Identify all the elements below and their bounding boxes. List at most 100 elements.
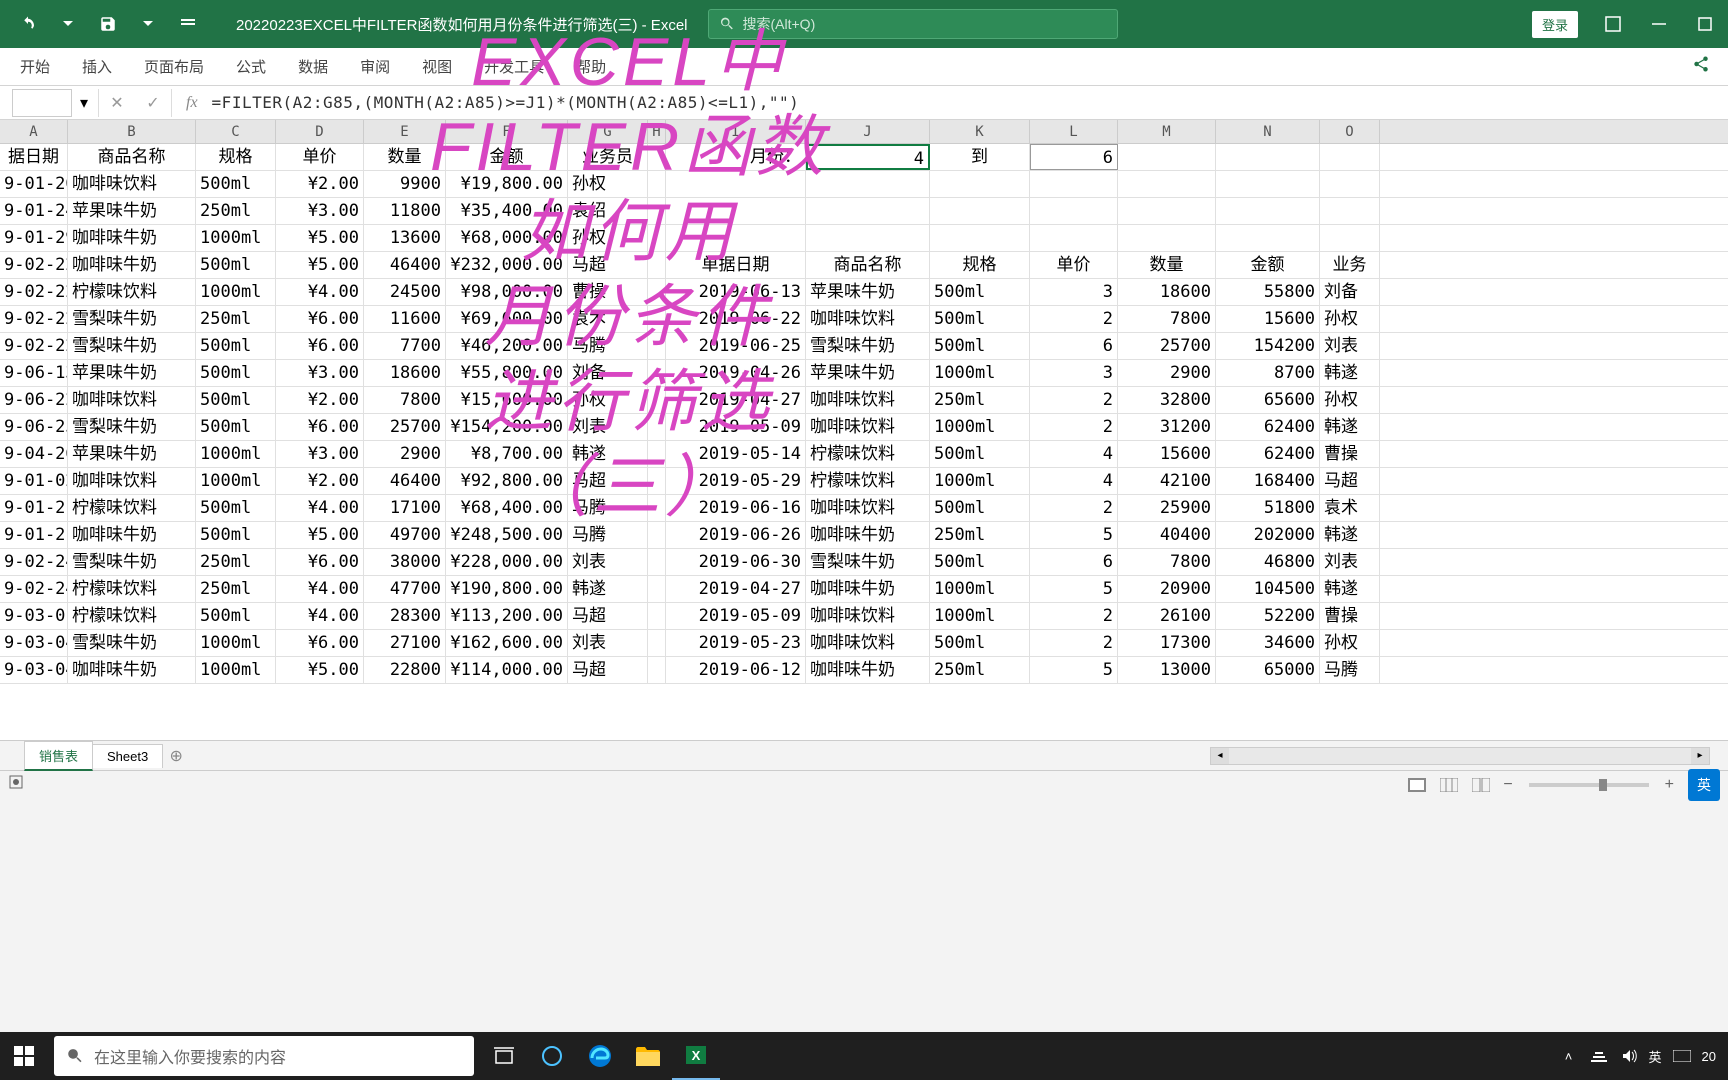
cell[interactable] bbox=[1320, 198, 1380, 224]
cell[interactable]: 9-01-21 bbox=[0, 495, 68, 521]
cell[interactable]: 咖啡味饮料 bbox=[68, 171, 196, 197]
cell[interactable]: 46400 bbox=[364, 252, 446, 278]
cell[interactable]: 250ml bbox=[930, 522, 1030, 548]
tab-formula[interactable]: 公式 bbox=[234, 48, 268, 85]
cell[interactable]: 业务员 bbox=[568, 144, 648, 170]
cell[interactable] bbox=[806, 198, 930, 224]
fx-icon[interactable]: fx bbox=[186, 94, 198, 112]
cell[interactable]: 5 bbox=[1030, 576, 1118, 602]
zoom-in-icon[interactable]: + bbox=[1661, 776, 1678, 794]
cell[interactable]: 刘表 bbox=[568, 414, 648, 440]
cell[interactable]: 曹操 bbox=[1320, 441, 1380, 467]
cell[interactable]: 1000ml bbox=[196, 279, 276, 305]
cell[interactable]: 咖啡味牛奶 bbox=[806, 576, 930, 602]
record-macro-icon[interactable] bbox=[8, 774, 24, 795]
cell[interactable]: ¥6.00 bbox=[276, 630, 364, 656]
login-button[interactable]: 登录 bbox=[1532, 11, 1578, 38]
cell[interactable]: 月份： bbox=[666, 144, 806, 170]
minimize-icon[interactable] bbox=[1636, 0, 1682, 48]
cell[interactable]: 25700 bbox=[1118, 333, 1216, 359]
cell[interactable]: ¥46,200.00 bbox=[446, 333, 568, 359]
cell[interactable]: 9-02-24 bbox=[0, 576, 68, 602]
cell[interactable]: 雪梨味牛奶 bbox=[806, 549, 930, 575]
undo-dropdown-icon[interactable] bbox=[52, 8, 84, 40]
cell[interactable]: 500ml bbox=[196, 171, 276, 197]
cell[interactable]: 咖啡味饮料 bbox=[806, 306, 930, 332]
cell[interactable]: 1000ml bbox=[196, 441, 276, 467]
cell[interactable]: 9-06-25 bbox=[0, 414, 68, 440]
cell[interactable]: 2019-04-26 bbox=[666, 360, 806, 386]
cell[interactable]: 雪梨味牛奶 bbox=[68, 414, 196, 440]
cell[interactable] bbox=[648, 630, 666, 656]
cell[interactable]: 孙权 bbox=[1320, 306, 1380, 332]
cell[interactable]: 46800 bbox=[1216, 549, 1320, 575]
cell[interactable]: 袁术 bbox=[568, 306, 648, 332]
cell[interactable]: 500ml bbox=[196, 360, 276, 386]
cell[interactable]: 2 bbox=[1030, 603, 1118, 629]
cell[interactable]: 2019-05-09 bbox=[666, 603, 806, 629]
cell[interactable]: 2019-06-30 bbox=[666, 549, 806, 575]
cell[interactable]: 65000 bbox=[1216, 657, 1320, 683]
cell[interactable]: ¥15,600.00 bbox=[446, 387, 568, 413]
cell[interactable]: 规格 bbox=[930, 252, 1030, 278]
cell[interactable]: 4 bbox=[1030, 468, 1118, 494]
col-header[interactable]: M bbox=[1118, 120, 1216, 143]
cell[interactable]: 咖啡味饮料 bbox=[806, 387, 930, 413]
cell[interactable] bbox=[1030, 198, 1118, 224]
cell[interactable]: 62400 bbox=[1216, 441, 1320, 467]
cell[interactable]: ¥248,500.00 bbox=[446, 522, 568, 548]
cell[interactable]: 500ml bbox=[196, 522, 276, 548]
cell[interactable]: 9-03-01 bbox=[0, 603, 68, 629]
cell[interactable] bbox=[648, 522, 666, 548]
cell[interactable] bbox=[648, 441, 666, 467]
cell[interactable]: 袁绍 bbox=[568, 198, 648, 224]
cell[interactable]: 柠檬味饮料 bbox=[68, 576, 196, 602]
cell[interactable]: ¥4.00 bbox=[276, 279, 364, 305]
cell[interactable]: 2019-04-27 bbox=[666, 576, 806, 602]
col-header[interactable]: G bbox=[568, 120, 648, 143]
cell[interactable]: 500ml bbox=[930, 549, 1030, 575]
cell[interactable]: 250ml bbox=[196, 549, 276, 575]
cell[interactable]: 袁术 bbox=[1320, 495, 1380, 521]
cell[interactable]: 孙权 bbox=[568, 225, 648, 251]
cell[interactable]: 47700 bbox=[364, 576, 446, 602]
cell[interactable] bbox=[666, 225, 806, 251]
cell[interactable] bbox=[648, 252, 666, 278]
cell[interactable]: 202000 bbox=[1216, 522, 1320, 548]
cell[interactable]: 500ml bbox=[196, 495, 276, 521]
cell[interactable]: 2019-05-23 bbox=[666, 630, 806, 656]
sheet-tab[interactable]: Sheet3 bbox=[92, 744, 163, 768]
cell[interactable]: ¥69,600.00 bbox=[446, 306, 568, 332]
tab-review[interactable]: 审阅 bbox=[358, 48, 392, 85]
cell[interactable]: 1000ml bbox=[196, 657, 276, 683]
col-header[interactable]: N bbox=[1216, 120, 1320, 143]
cell[interactable] bbox=[648, 603, 666, 629]
cell[interactable]: 9-01-02 bbox=[0, 468, 68, 494]
cell[interactable]: 18600 bbox=[1118, 279, 1216, 305]
cell[interactable]: ¥5.00 bbox=[276, 225, 364, 251]
cell[interactable] bbox=[648, 171, 666, 197]
tab-layout[interactable]: 页面布局 bbox=[142, 48, 206, 85]
cell[interactable] bbox=[648, 198, 666, 224]
cell[interactable] bbox=[1320, 225, 1380, 251]
cell[interactable]: 1000ml bbox=[930, 468, 1030, 494]
accept-formula-icon[interactable]: ✓ bbox=[135, 89, 171, 117]
tab-insert[interactable]: 插入 bbox=[80, 48, 114, 85]
cell[interactable]: ¥5.00 bbox=[276, 657, 364, 683]
cell[interactable]: 柠檬味饮料 bbox=[68, 495, 196, 521]
cell[interactable]: 500ml bbox=[930, 495, 1030, 521]
cell[interactable]: 雪梨味牛奶 bbox=[806, 333, 930, 359]
cell[interactable]: ¥19,800.00 bbox=[446, 171, 568, 197]
cell[interactable] bbox=[648, 225, 666, 251]
cell[interactable]: 商品名称 bbox=[68, 144, 196, 170]
cell[interactable]: 2019-05-29 bbox=[666, 468, 806, 494]
cell[interactable]: 26100 bbox=[1118, 603, 1216, 629]
cell[interactable]: 24500 bbox=[364, 279, 446, 305]
name-box-dropdown-icon[interactable]: ▾ bbox=[76, 93, 92, 113]
keyboard-icon[interactable] bbox=[1672, 1046, 1692, 1066]
cell[interactable]: 马超 bbox=[568, 252, 648, 278]
cell[interactable]: 9-01-20 bbox=[0, 171, 68, 197]
cell[interactable]: ¥162,600.00 bbox=[446, 630, 568, 656]
cell[interactable]: 250ml bbox=[196, 576, 276, 602]
file-explorer-icon[interactable] bbox=[624, 1032, 672, 1080]
